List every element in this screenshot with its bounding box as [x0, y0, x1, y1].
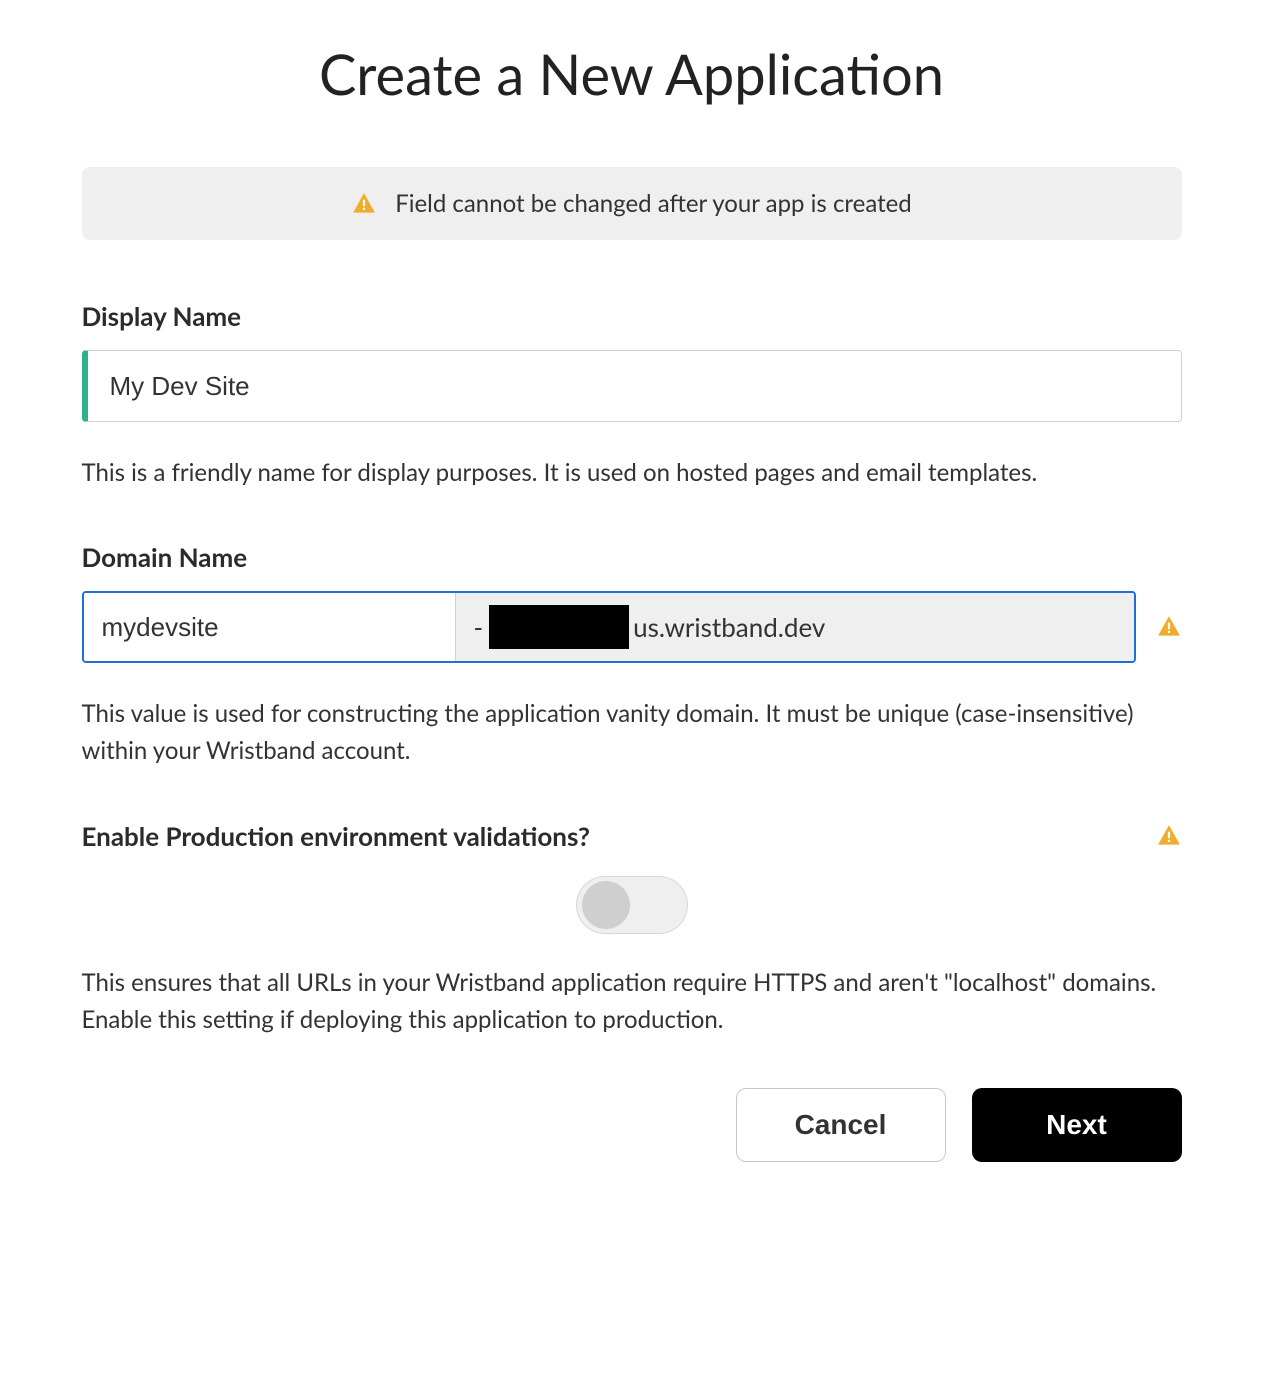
- domain-suffix-text: us.wristband.dev: [633, 611, 825, 643]
- display-name-group: Display Name This is a friendly name for…: [82, 300, 1182, 491]
- create-application-form: Create a New Application Field cannot be…: [82, 40, 1182, 1162]
- domain-suffix: - us.wristband.dev: [455, 593, 1134, 661]
- display-name-label: Display Name: [82, 300, 1182, 332]
- next-button[interactable]: Next: [972, 1088, 1182, 1162]
- domain-suffix-redacted: [489, 605, 629, 649]
- toggle-wrap: [82, 876, 1182, 934]
- domain-suffix-dash: -: [474, 611, 484, 643]
- production-validations-label-row: Enable Production environment validation…: [82, 820, 1182, 852]
- page-title: Create a New Application: [82, 40, 1182, 107]
- display-name-input[interactable]: [82, 350, 1182, 422]
- domain-row: - us.wristband.dev: [82, 591, 1182, 663]
- form-actions: Cancel Next: [82, 1088, 1182, 1162]
- warning-icon: [351, 191, 377, 217]
- domain-input-wrap: - us.wristband.dev: [82, 591, 1136, 663]
- production-validations-toggle[interactable]: [576, 876, 688, 934]
- domain-name-label: Domain Name: [82, 541, 1182, 573]
- domain-name-group: Domain Name - us.wristband.dev This valu…: [82, 541, 1182, 769]
- production-validations-group: Enable Production environment validation…: [82, 820, 1182, 1038]
- display-name-helper: This is a friendly name for display purp…: [82, 454, 1182, 491]
- info-banner: Field cannot be changed after your app i…: [82, 167, 1182, 240]
- cancel-button[interactable]: Cancel: [736, 1088, 946, 1162]
- banner-message: Field cannot be changed after your app i…: [395, 189, 912, 218]
- domain-name-helper: This value is used for constructing the …: [82, 695, 1182, 769]
- warning-icon: [1156, 614, 1182, 640]
- production-validations-helper: This ensures that all URLs in your Wrist…: [82, 964, 1182, 1038]
- warning-icon: [1156, 823, 1182, 849]
- production-validations-label: Enable Production environment validation…: [82, 820, 590, 852]
- toggle-knob: [582, 881, 630, 929]
- domain-name-input[interactable]: [84, 593, 455, 661]
